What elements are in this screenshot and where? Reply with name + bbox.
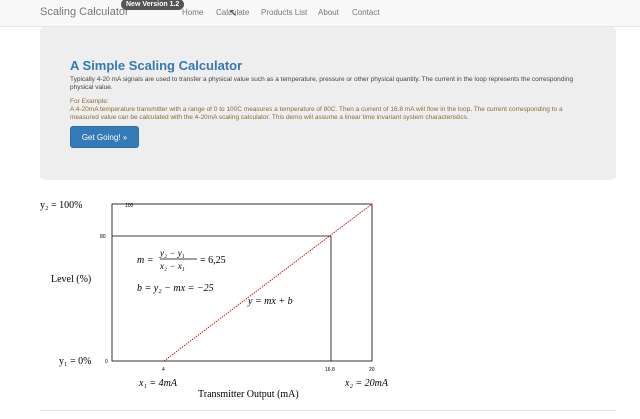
nav-products-list[interactable]: Products List (261, 8, 307, 17)
get-going-button[interactable]: Get Going! » (70, 126, 139, 148)
divider (40, 410, 616, 411)
x1-label: x₁ = 4mA (138, 378, 178, 389)
intro-text: Typically 4-20 mA signals are used to tr… (70, 76, 574, 91)
tick-100: 100 (125, 203, 134, 209)
page-title: A Simple Scaling Calculator (70, 58, 243, 73)
scaling-graph: y₂ = 100% Level (%) y₁ = 0% 100 80 0 4 1… (40, 200, 389, 400)
tick-16-8: 16.8 (325, 367, 335, 373)
example-text: A 4-20mA temperature transmitter with a … (70, 106, 563, 121)
y2-label: y₂ = 100% (40, 200, 82, 211)
tick-20: 20 (369, 367, 375, 373)
x2-label: x₂ = 20mA (344, 378, 389, 389)
x-axis-label: Transmitter Output (mA) (198, 389, 299, 400)
nav-home[interactable]: Home (182, 8, 203, 17)
navbar: Scaling Calculator New Version 1.2 Home … (0, 0, 640, 27)
y1-label: y₁ = 0% (59, 356, 91, 367)
line-eq: y = mx + b (247, 296, 293, 307)
nav-about[interactable]: About (318, 8, 339, 17)
y-axis-label: Level (%) (51, 274, 91, 285)
tick-80: 80 (100, 234, 106, 240)
slope-eq-numerator: y₂ − y₁ (159, 248, 185, 258)
tick-0: 0 (105, 359, 108, 365)
version-badge: New Version 1.2 (121, 0, 185, 10)
mouse-cursor-icon: ↖ (229, 8, 238, 19)
tick-4: 4 (162, 367, 165, 373)
example-heading: For Example: (70, 98, 109, 105)
hero-panel: A Simple Scaling Calculator Typically 4-… (40, 27, 616, 180)
brand[interactable]: Scaling Calculator (40, 6, 129, 18)
slope-eq-denominator: x₂ − x₁ (159, 261, 185, 271)
slope-eq-lhs: m = (137, 255, 153, 266)
nav-contact[interactable]: Contact (352, 8, 380, 17)
intercept-eq: b = y₂ − mx = −25 (137, 283, 214, 294)
slope-eq-result: = 6,25 (200, 255, 226, 266)
